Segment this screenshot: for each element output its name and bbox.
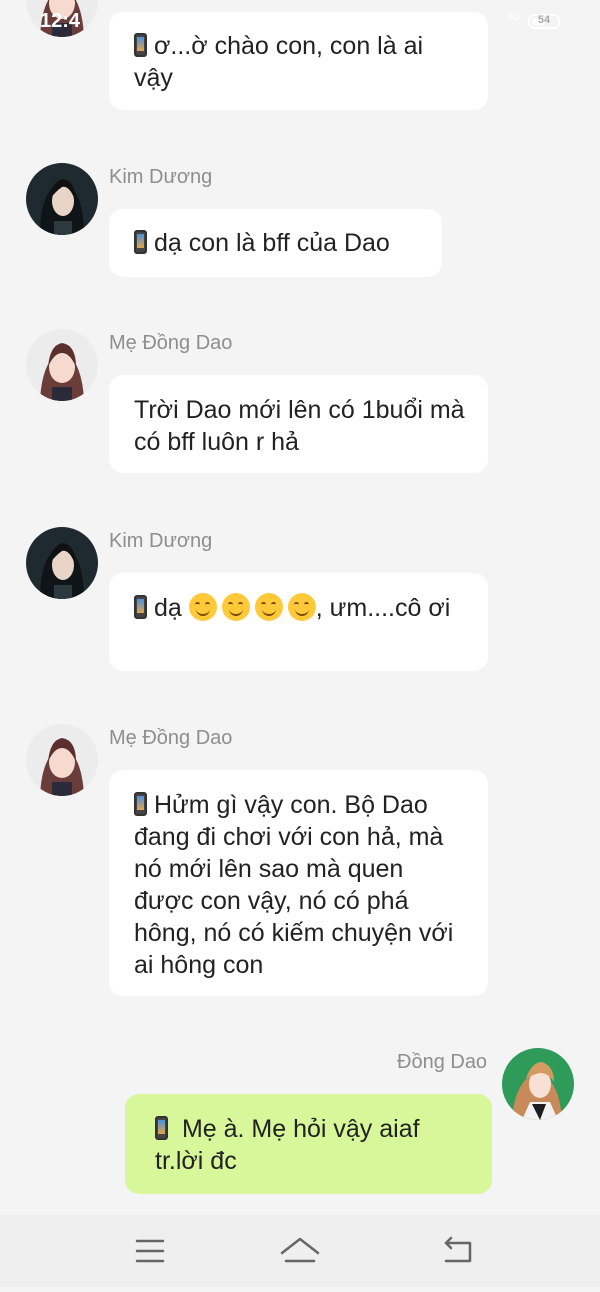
message-text-suffix: , ưm....cô ơi <box>315 594 451 622</box>
smile-emoji-icon <box>254 593 283 621</box>
message-text: dạ con là bff của Dao <box>154 229 390 257</box>
sender-name: Mẹ Đồng Dao <box>109 332 233 354</box>
message-bubble-self[interactable]: Mẹ à. Mẹ hỏi vậy aiaf tr.lời đc <box>125 1094 492 1194</box>
avatar[interactable] <box>26 527 98 599</box>
navigation-bar <box>0 1215 600 1287</box>
smile-emoji-icon <box>221 593 250 621</box>
battery-level: 54 <box>537 14 551 26</box>
avatar[interactable] <box>26 329 98 401</box>
phone-icon <box>155 1116 168 1140</box>
message-text-prefix: dạ <box>154 594 182 622</box>
message-bubble[interactable]: Trời Dao mới lên có 1buổi mà có bff luôn… <box>109 375 488 473</box>
avatar[interactable] <box>502 1048 574 1120</box>
phone-icon <box>134 792 147 816</box>
menu-icon <box>135 1239 165 1263</box>
message-bubble[interactable]: Hửm gì vậy con. Bộ Dao đang đi chơi với … <box>109 770 488 996</box>
message-bubble[interactable]: dạ con là bff của Dao <box>109 209 442 277</box>
status-network: 4G <box>507 12 521 23</box>
chat-area: ơ...ờ chào con, con là ai vậy Kim Dương … <box>0 0 600 1215</box>
sender-name: Đồng Dao <box>397 1051 488 1073</box>
avatar[interactable] <box>26 163 98 235</box>
back-button[interactable] <box>418 1215 498 1287</box>
message-text: ơ...ờ chào con, con là ai vậy <box>134 32 424 92</box>
smile-emoji-icon <box>188 593 217 621</box>
sender-name: Kim Dương <box>109 166 213 188</box>
message-text: Trời Dao mới lên có 1buổi mà có bff luôn… <box>134 396 465 456</box>
message-text: Mẹ à. Mẹ hỏi vậy aiaf tr.lời đc <box>155 1115 420 1175</box>
phone-icon <box>134 595 147 619</box>
sender-name: Mẹ Đồng Dao <box>109 727 233 749</box>
status-bar: 12:4 4G 54 <box>0 0 600 40</box>
phone-icon <box>134 230 147 254</box>
menu-button[interactable] <box>110 1215 190 1287</box>
avatar[interactable] <box>26 724 98 796</box>
message-text: Hửm gì vậy con. Bộ Dao đang đi chơi với … <box>134 791 454 979</box>
battery-icon: 54 <box>528 14 560 29</box>
home-button[interactable] <box>260 1215 340 1287</box>
smile-emoji-icon <box>287 593 316 621</box>
back-icon <box>444 1236 472 1263</box>
message-bubble[interactable]: dạ , ưm....cô ơi <box>109 573 488 671</box>
sender-name: Kim Dương <box>109 530 213 552</box>
home-icon <box>280 1237 320 1263</box>
status-time: 12:4 <box>40 10 81 32</box>
